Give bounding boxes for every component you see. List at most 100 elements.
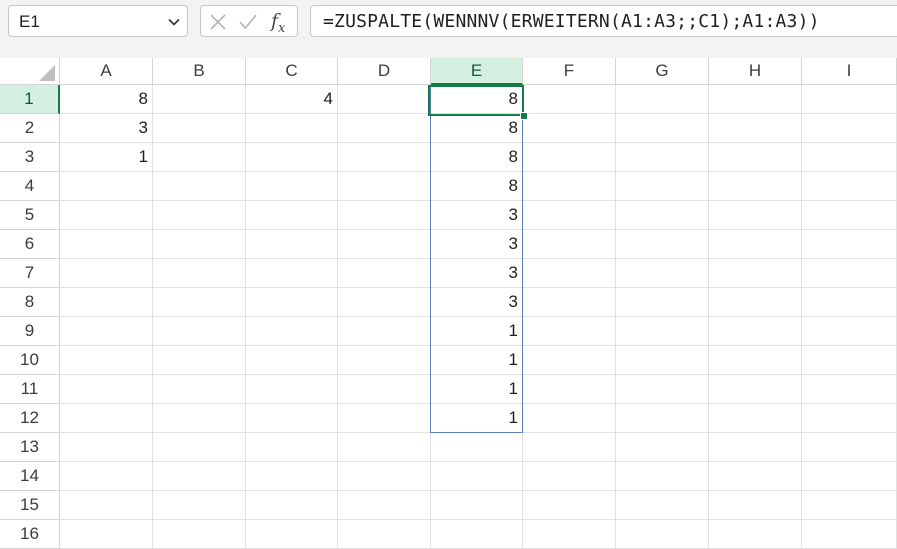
cell-a2[interactable]: 3 xyxy=(60,114,153,143)
cell-e12[interactable]: 1 xyxy=(431,404,523,433)
cell-e4[interactable]: 8 xyxy=(431,172,523,201)
row-header-8[interactable]: 8 xyxy=(0,288,60,317)
cell-b16[interactable] xyxy=(153,520,246,549)
cell-d5[interactable] xyxy=(338,201,431,230)
cell-i6[interactable] xyxy=(802,230,897,259)
cell-h12[interactable] xyxy=(709,404,802,433)
cell-f3[interactable] xyxy=(523,143,616,172)
row-header-13[interactable]: 13 xyxy=(0,433,60,462)
cell-f4[interactable] xyxy=(523,172,616,201)
cell-c16[interactable] xyxy=(246,520,338,549)
row-header-9[interactable]: 9 xyxy=(0,317,60,346)
column-header-a[interactable]: A xyxy=(60,58,153,85)
cell-e10[interactable]: 1 xyxy=(431,346,523,375)
cell-e3[interactable]: 8 xyxy=(431,143,523,172)
cell-h10[interactable] xyxy=(709,346,802,375)
cell-c13[interactable] xyxy=(246,433,338,462)
cell-g2[interactable] xyxy=(616,114,709,143)
cell-h11[interactable] xyxy=(709,375,802,404)
cell-c8[interactable] xyxy=(246,288,338,317)
cell-h8[interactable] xyxy=(709,288,802,317)
cell-b4[interactable] xyxy=(153,172,246,201)
cell-d9[interactable] xyxy=(338,317,431,346)
cell-e13[interactable] xyxy=(431,433,523,462)
cell-h7[interactable] xyxy=(709,259,802,288)
cell-c6[interactable] xyxy=(246,230,338,259)
cell-c10[interactable] xyxy=(246,346,338,375)
cell-d16[interactable] xyxy=(338,520,431,549)
cell-f15[interactable] xyxy=(523,491,616,520)
cell-c3[interactable] xyxy=(246,143,338,172)
cell-b1[interactable] xyxy=(153,85,246,114)
cell-h13[interactable] xyxy=(709,433,802,462)
cell-g7[interactable] xyxy=(616,259,709,288)
cell-f1[interactable] xyxy=(523,85,616,114)
cell-i5[interactable] xyxy=(802,201,897,230)
cell-c11[interactable] xyxy=(246,375,338,404)
row-header-3[interactable]: 3 xyxy=(0,143,60,172)
cell-e14[interactable] xyxy=(431,462,523,491)
cell-e6[interactable]: 3 xyxy=(431,230,523,259)
cell-g5[interactable] xyxy=(616,201,709,230)
cell-b10[interactable] xyxy=(153,346,246,375)
cell-g9[interactable] xyxy=(616,317,709,346)
cell-a5[interactable] xyxy=(60,201,153,230)
cell-h14[interactable] xyxy=(709,462,802,491)
cell-d7[interactable] xyxy=(338,259,431,288)
row-header-15[interactable]: 15 xyxy=(0,491,60,520)
column-header-i[interactable]: I xyxy=(802,58,897,85)
cell-a9[interactable] xyxy=(60,317,153,346)
cell-b2[interactable] xyxy=(153,114,246,143)
cell-f2[interactable] xyxy=(523,114,616,143)
cell-g1[interactable] xyxy=(616,85,709,114)
cell-c5[interactable] xyxy=(246,201,338,230)
cell-d15[interactable] xyxy=(338,491,431,520)
cell-f14[interactable] xyxy=(523,462,616,491)
cell-h9[interactable] xyxy=(709,317,802,346)
cell-c1[interactable]: 4 xyxy=(246,85,338,114)
cell-i9[interactable] xyxy=(802,317,897,346)
column-header-g[interactable]: G xyxy=(616,58,709,85)
cell-h6[interactable] xyxy=(709,230,802,259)
column-header-h[interactable]: H xyxy=(709,58,802,85)
cell-d13[interactable] xyxy=(338,433,431,462)
cell-f9[interactable] xyxy=(523,317,616,346)
cell-b11[interactable] xyxy=(153,375,246,404)
cell-g11[interactable] xyxy=(616,375,709,404)
column-header-e[interactable]: E xyxy=(431,58,523,85)
cell-b6[interactable] xyxy=(153,230,246,259)
cell-d4[interactable] xyxy=(338,172,431,201)
cell-d10[interactable] xyxy=(338,346,431,375)
cell-a1[interactable]: 8 xyxy=(60,85,153,114)
cell-f8[interactable] xyxy=(523,288,616,317)
cell-i4[interactable] xyxy=(802,172,897,201)
cell-h16[interactable] xyxy=(709,520,802,549)
cell-a8[interactable] xyxy=(60,288,153,317)
cell-d14[interactable] xyxy=(338,462,431,491)
cell-e15[interactable] xyxy=(431,491,523,520)
cell-i13[interactable] xyxy=(802,433,897,462)
cell-b12[interactable] xyxy=(153,404,246,433)
cell-b13[interactable] xyxy=(153,433,246,462)
column-header-c[interactable]: C xyxy=(246,58,338,85)
cell-d12[interactable] xyxy=(338,404,431,433)
cell-f6[interactable] xyxy=(523,230,616,259)
cell-a12[interactable] xyxy=(60,404,153,433)
cell-h3[interactable] xyxy=(709,143,802,172)
cell-g3[interactable] xyxy=(616,143,709,172)
cell-i15[interactable] xyxy=(802,491,897,520)
cell-b8[interactable] xyxy=(153,288,246,317)
cell-h5[interactable] xyxy=(709,201,802,230)
cell-i7[interactable] xyxy=(802,259,897,288)
cell-g4[interactable] xyxy=(616,172,709,201)
cell-i8[interactable] xyxy=(802,288,897,317)
cell-a13[interactable] xyxy=(60,433,153,462)
cell-a4[interactable] xyxy=(60,172,153,201)
cell-f16[interactable] xyxy=(523,520,616,549)
cell-i3[interactable] xyxy=(802,143,897,172)
chevron-down-icon[interactable] xyxy=(167,15,181,29)
cell-h4[interactable] xyxy=(709,172,802,201)
cell-e16[interactable] xyxy=(431,520,523,549)
cell-h15[interactable] xyxy=(709,491,802,520)
cell-a3[interactable]: 1 xyxy=(60,143,153,172)
